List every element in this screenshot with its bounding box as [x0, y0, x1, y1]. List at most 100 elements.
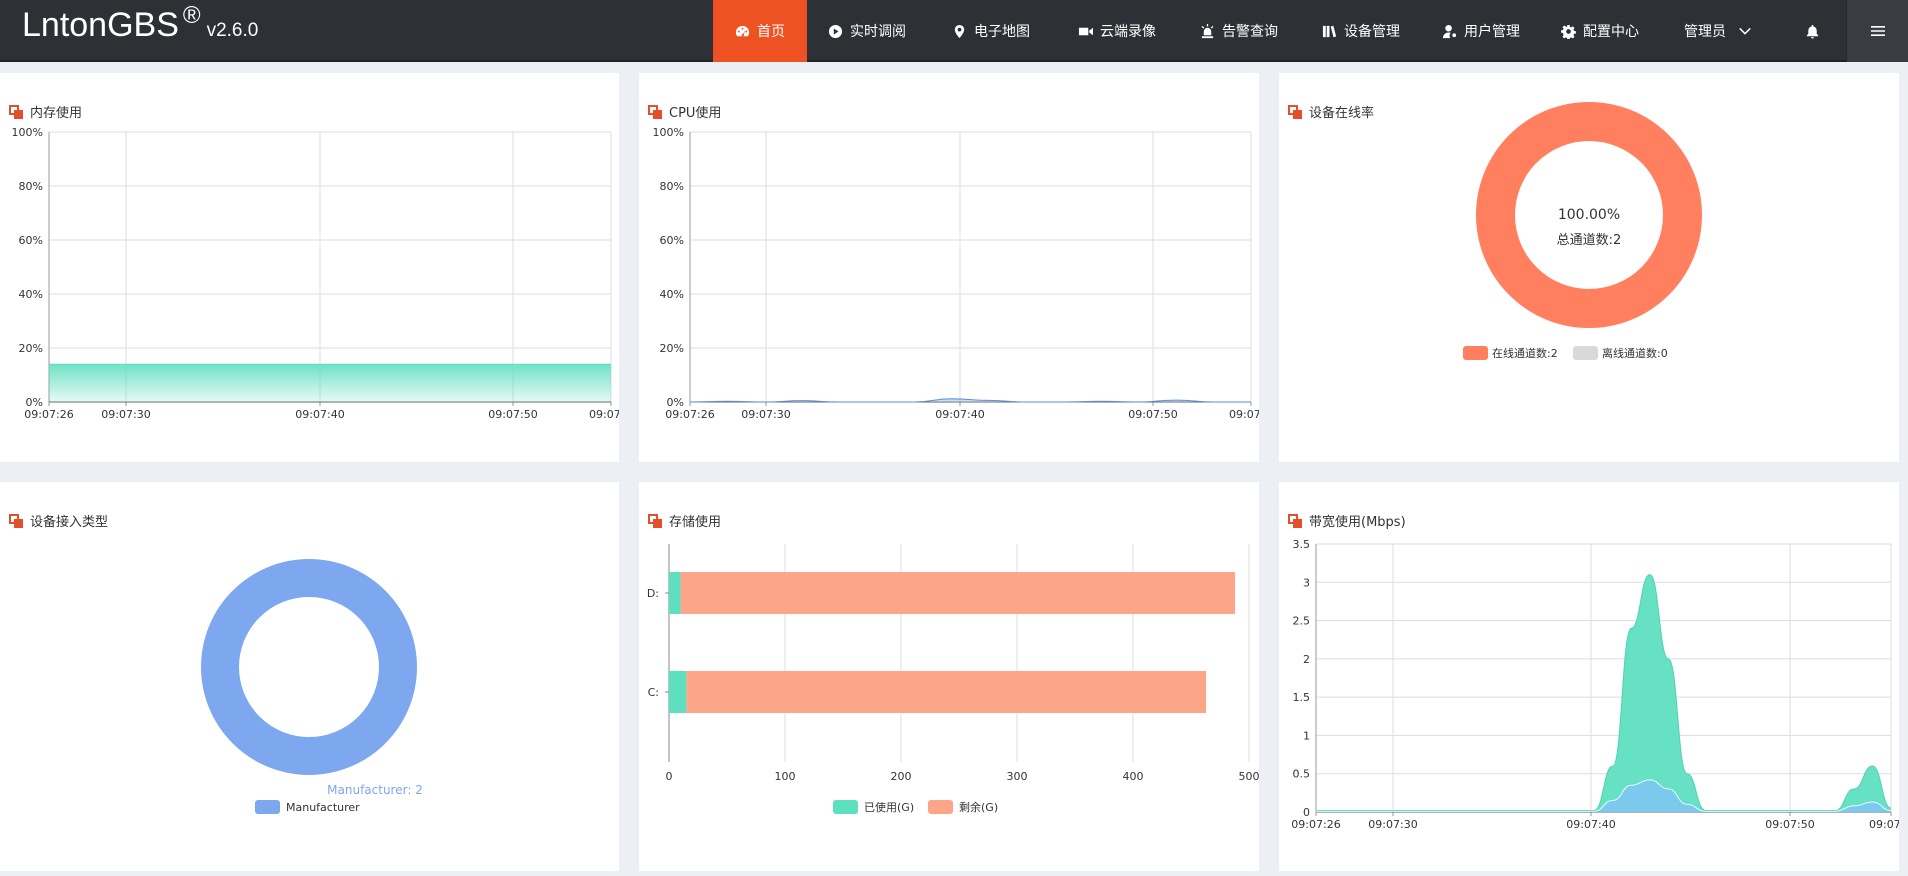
hamburger-menu-icon: [1870, 26, 1885, 36]
bar-segment: [669, 572, 681, 614]
access-type-donut-chart: Manufacturer: 2 Manufacturer: [201, 559, 423, 814]
y-tick-label: 1.5: [1293, 691, 1311, 704]
nav-home[interactable]: 首页: [713, 0, 807, 62]
online-percentage: 100.00%: [1558, 207, 1620, 223]
bar-segment: [680, 572, 1236, 614]
y-tick-label: 3.5: [1293, 538, 1311, 551]
map-pin-icon: [954, 24, 965, 38]
nav-cloud-record[interactable]: 云端录像: [1062, 0, 1172, 62]
legend-label: 剩余(G): [959, 800, 998, 814]
nav-home-label: 首页: [757, 24, 785, 40]
menu-toggle-button[interactable]: [1846, 0, 1908, 62]
y-tick-label: 40%: [660, 288, 684, 301]
notifications-button[interactable]: [1790, 0, 1834, 62]
gear-icon: [1561, 24, 1576, 39]
y-tick-label: 2: [1303, 653, 1310, 666]
nav-device[interactable]: 设备管理: [1306, 0, 1416, 62]
brand-logo[interactable]: LntonGBS ®v2.6.0: [22, 2, 258, 45]
user-gear-icon: [1442, 24, 1457, 38]
nav-map-label: 电子地图: [974, 24, 1030, 40]
x-tick-label: 400: [1123, 770, 1144, 783]
y-tick-label: 2.5: [1293, 615, 1311, 628]
x-tick-label: 09:07:: [1229, 408, 1259, 421]
y-tick-label: 60%: [660, 234, 684, 247]
y-tick-label: 100%: [653, 126, 684, 139]
nav-alarm[interactable]: 告警查询: [1184, 0, 1294, 62]
nav-config-label: 配置中心: [1583, 24, 1639, 40]
slice-label: Manufacturer: 2: [327, 783, 423, 797]
nav-user[interactable]: 用户管理: [1426, 0, 1536, 62]
nav-config[interactable]: 配置中心: [1544, 0, 1656, 62]
x-tick-label: 09:07:30: [101, 408, 150, 421]
x-tick-label: 09:07:50: [488, 408, 537, 421]
brand-name: LntonGBS: [22, 6, 179, 44]
dashboard-icon: [735, 25, 750, 36]
donut-slice: [201, 559, 417, 775]
legend-label: 在线通道数:2: [1492, 346, 1558, 360]
bandwidth-area-chart: 3.532.521.510.5009:07:26 09:07:30 09:07:40…: [1291, 538, 1899, 831]
device-book-icon: [1322, 25, 1337, 37]
play-circle-icon: [828, 24, 843, 38]
x-tick-label: 09:07:40: [1566, 818, 1615, 831]
memory-usage-panel: 内存使用 100% 80% 60% 40% 20% 0% 09:07:26 09:07:30 0…: [0, 73, 619, 462]
y-tick-label: 80%: [660, 180, 684, 193]
x-tick-label: 09:07:: [1869, 818, 1899, 831]
bar-segment: [669, 671, 687, 713]
nav-live-label: 实时调阅: [850, 24, 906, 40]
storage-usage-panel: 存储使用 0 100 200 300 400 500 D: C: 已使用(G) 剩余(G): [639, 482, 1259, 871]
y-category-label: D:: [647, 587, 659, 600]
legend-label: Manufacturer: [286, 801, 360, 814]
registered-mark: ®: [182, 2, 201, 29]
x-tick-label: 100: [775, 770, 796, 783]
chevron-down-icon: [1739, 27, 1751, 35]
admin-dropdown[interactable]: 管理员: [1668, 0, 1768, 62]
y-tick-label: 20%: [19, 342, 43, 355]
cpu-usage-panel: CPU使用 100% 80% 60% 40% 20% 0% 09:07:26 09:07:30…: [639, 73, 1259, 462]
nav-device-label: 设备管理: [1344, 24, 1400, 40]
nav-live[interactable]: 实时调阅: [812, 0, 922, 62]
legend-label: 已使用(G): [864, 801, 914, 814]
top-navbar: LntonGBS ®v2.6.0 首页 实时调阅 电子地图 云端录像 告警查询 设…: [0, 0, 1908, 62]
device-online-rate-panel: 设备在线率 100.00% 总通道数:2 在线通道数:2 离线通道数:0: [1279, 73, 1899, 462]
series-area: [49, 364, 611, 402]
legend-swatch: [1573, 346, 1598, 360]
x-tick-label: 09:07:26: [665, 408, 714, 421]
cpu-usage-chart: 100%80%60%40%20%0%09:07:26 09:07:30 09:07:…: [653, 126, 1259, 421]
x-tick-label: 09:07:40: [935, 408, 984, 421]
x-tick-label: 200: [891, 770, 912, 783]
nav-user-label: 用户管理: [1464, 24, 1520, 40]
x-tick-label: 500: [1239, 770, 1260, 783]
admin-label: 管理员: [1684, 24, 1726, 40]
alarm-icon: [1201, 23, 1214, 38]
nav-map[interactable]: 电子地图: [936, 0, 1046, 62]
y-tick-label: 40%: [19, 288, 43, 301]
online-rate-donut-chart: 100.00% 总通道数:2 在线通道数:2 离线通道数:0: [1463, 102, 1702, 360]
y-tick-label: 0.5: [1293, 768, 1311, 781]
storage-bar-chart: 0 100 200 300 400 500 D: C: 已使用(G) 剩余(G): [647, 544, 1260, 814]
video-camera-icon: [1078, 27, 1093, 35]
bar-segment: [686, 671, 1207, 713]
y-tick-label: 20%: [660, 342, 684, 355]
x-tick-label: 09:07:50: [1128, 408, 1177, 421]
legend-swatch: [928, 800, 953, 814]
series-area: [1316, 574, 1891, 812]
y-tick-label: 60%: [19, 234, 43, 247]
x-tick-label: 09:07:30: [1368, 818, 1417, 831]
device-access-type-panel: 设备接入类型 Manufacturer: 2 Manufacturer: [0, 482, 619, 871]
legend-swatch: [1463, 346, 1488, 360]
legend-swatch: [255, 800, 280, 814]
y-tick-label: 100%: [12, 126, 43, 139]
y-category-label: C:: [648, 686, 659, 699]
y-tick-label: 1: [1303, 729, 1310, 742]
nav-cloud-record-label: 云端录像: [1100, 24, 1156, 40]
bell-icon: [1806, 24, 1818, 39]
nav-alarm-label: 告警查询: [1222, 24, 1278, 40]
x-tick-label: 09:07:26: [24, 408, 73, 421]
x-tick-label: 09:07:30: [741, 408, 790, 421]
bandwidth-usage-panel: 带宽使用(Mbps) 3.5 3 2.5 2 1.5 1 0.5 0 09:07:26 09:07…: [1279, 482, 1899, 871]
legend-swatch: [833, 800, 858, 814]
x-tick-label: 0: [666, 770, 673, 783]
memory-usage-chart: 100%80%60%40%20%0%09:07:26 09:07:30 09:07:…: [12, 126, 619, 421]
x-tick-label: 09:07:50: [1765, 818, 1814, 831]
series-line: [1316, 574, 1892, 811]
